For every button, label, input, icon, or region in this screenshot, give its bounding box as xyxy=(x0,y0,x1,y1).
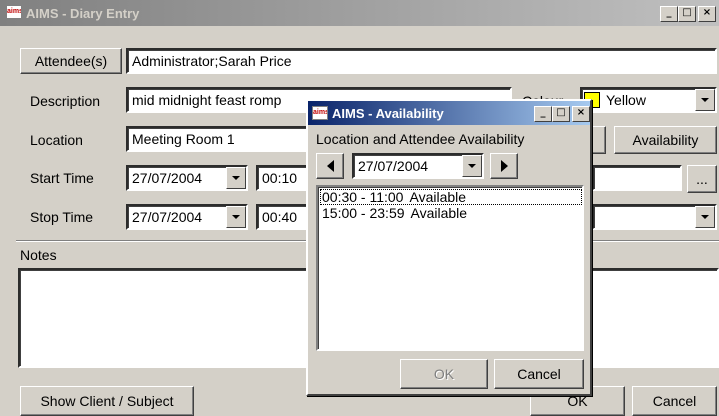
dialog-cancel-label: Cancel xyxy=(517,366,561,382)
close-icon[interactable]: × xyxy=(572,106,590,122)
dialog-caption-buttons: _ □ × xyxy=(534,106,590,122)
stop-date-dropdown-arrow[interactable] xyxy=(226,206,246,228)
chevron-down-icon xyxy=(232,176,240,180)
dialog-ok-label: OK xyxy=(433,366,455,382)
maximize-icon[interactable]: □ xyxy=(552,106,570,122)
main-cancel-button[interactable]: Cancel xyxy=(632,386,717,416)
start-date-value: 27/07/2004 xyxy=(132,170,203,186)
close-icon[interactable]: × xyxy=(698,6,716,22)
slot-time-range: 00:30 - 11:00 xyxy=(322,189,404,205)
stop-extra-dropdown-arrow[interactable] xyxy=(695,206,715,228)
start-date-select[interactable]: 27/07/2004 xyxy=(126,165,248,191)
attendees-button-label: Attendee(s) xyxy=(34,53,108,69)
colour-value: Yellow xyxy=(606,92,646,108)
minimize-icon[interactable]: _ xyxy=(660,6,678,22)
ellipsis-button[interactable]: ... xyxy=(687,165,717,193)
description-label: Description xyxy=(30,93,101,109)
availability-button-label: Availability xyxy=(632,132,699,148)
maximize-icon[interactable]: □ xyxy=(678,6,696,22)
slot-status: Available xyxy=(409,189,467,205)
attendees-field[interactable]: Administrator;Sarah Price xyxy=(126,48,717,74)
main-cancel-label: Cancel xyxy=(652,393,697,409)
aims-app-icon: aims xyxy=(6,5,22,19)
chevron-down-icon xyxy=(701,98,709,102)
notes-label: Notes xyxy=(20,247,57,263)
show-client-subject-button[interactable]: Show Client / Subject xyxy=(20,386,194,416)
main-caption-buttons: _ □ × xyxy=(660,6,716,22)
slot-status: Available xyxy=(410,205,468,221)
start-time-label: Start Time xyxy=(30,170,94,186)
arrow-right-icon xyxy=(500,160,508,172)
availability-list-rows: 00:30 - 11:00 Available 15:00 - 23:59 Avail… xyxy=(320,189,582,221)
aims-app-icon: aims xyxy=(312,106,328,120)
availability-dialog: aims AIMS - Availability _ □ × Location … xyxy=(306,99,592,396)
dialog-date-value: 27/07/2004 xyxy=(358,158,429,174)
slot-time-range: 15:00 - 23:59 xyxy=(322,205,405,221)
availability-heading: Location and Attendee Availability xyxy=(316,131,525,147)
chevron-down-icon xyxy=(232,215,240,219)
dialog-date-dropdown-arrow[interactable] xyxy=(462,155,482,177)
dialog-title: AIMS - Availability xyxy=(332,106,444,121)
start-extra-field[interactable] xyxy=(592,165,682,191)
dialog-ok-button[interactable]: OK xyxy=(400,359,488,389)
chevron-down-icon xyxy=(701,215,709,219)
minimize-icon[interactable]: _ xyxy=(534,106,552,122)
main-title-bar[interactable]: aims AIMS - Diary Entry _ □ × xyxy=(0,0,719,26)
colour-select[interactable]: Yellow xyxy=(580,87,717,113)
dialog-cancel-button[interactable]: Cancel xyxy=(494,359,584,389)
previous-date-button[interactable] xyxy=(316,153,344,179)
location-label: Location xyxy=(30,132,83,148)
arrow-left-icon xyxy=(326,160,334,172)
location-side-button[interactable] xyxy=(592,126,606,154)
dialog-title-bar[interactable]: aims AIMS - Availability _ □ × xyxy=(308,101,590,125)
chevron-down-icon xyxy=(468,164,476,168)
ellipsis-button-label: ... xyxy=(696,171,708,187)
location-field[interactable]: Meeting Room 1 xyxy=(126,126,326,152)
availability-button[interactable]: Availability xyxy=(614,126,717,154)
dialog-date-select[interactable]: 27/07/2004 xyxy=(352,153,484,179)
show-client-subject-label: Show Client / Subject xyxy=(40,393,174,409)
next-date-button[interactable] xyxy=(490,153,518,179)
stop-extra-select[interactable] xyxy=(592,204,717,230)
availability-slot-row[interactable]: 15:00 - 23:59 Available xyxy=(320,205,582,221)
stop-time-label: Stop Time xyxy=(30,209,94,225)
colour-dropdown-arrow[interactable] xyxy=(695,89,715,111)
attendees-button[interactable]: Attendee(s) xyxy=(20,48,122,74)
main-window-title: AIMS - Diary Entry xyxy=(26,6,140,21)
start-date-dropdown-arrow[interactable] xyxy=(226,167,246,189)
availability-slot-row[interactable]: 00:30 - 11:00 Available xyxy=(320,189,582,205)
stop-date-select[interactable]: 27/07/2004 xyxy=(126,204,248,230)
stop-date-value: 27/07/2004 xyxy=(132,209,203,225)
